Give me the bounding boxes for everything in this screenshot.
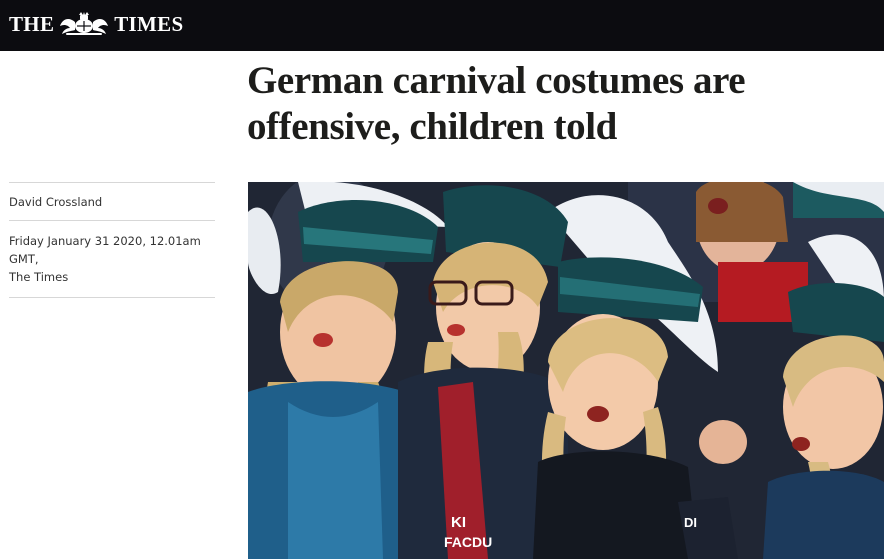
divider [9, 297, 215, 298]
article-lead-image: KI FACDU DI [248, 182, 884, 559]
author-link[interactable]: David Crossland [9, 183, 215, 220]
publication-dateline: Friday January 31 2020, 12.01am GMT, The… [9, 221, 215, 297]
article-headline: German carnival costumes are offensive, … [247, 59, 746, 148]
carnival-children-photo: KI FACDU DI [248, 182, 884, 559]
banner-text: FACDU [444, 534, 492, 550]
logo-word-the: THE [9, 11, 55, 36]
publish-date: Friday January 31 2020, 12.01am GMT, [9, 234, 201, 266]
shirt-text: DI [684, 515, 697, 530]
article-byline: David Crossland Friday January 31 2020, … [9, 182, 215, 298]
masthead: THE TIMES [0, 0, 884, 51]
banner-text: KI [451, 514, 466, 531]
royal-crest-icon [60, 12, 109, 35]
publication-name: The Times [9, 270, 69, 284]
the-times-logo[interactable]: THE TIMES [9, 10, 183, 38]
logo-word-times: TIMES [114, 11, 184, 36]
